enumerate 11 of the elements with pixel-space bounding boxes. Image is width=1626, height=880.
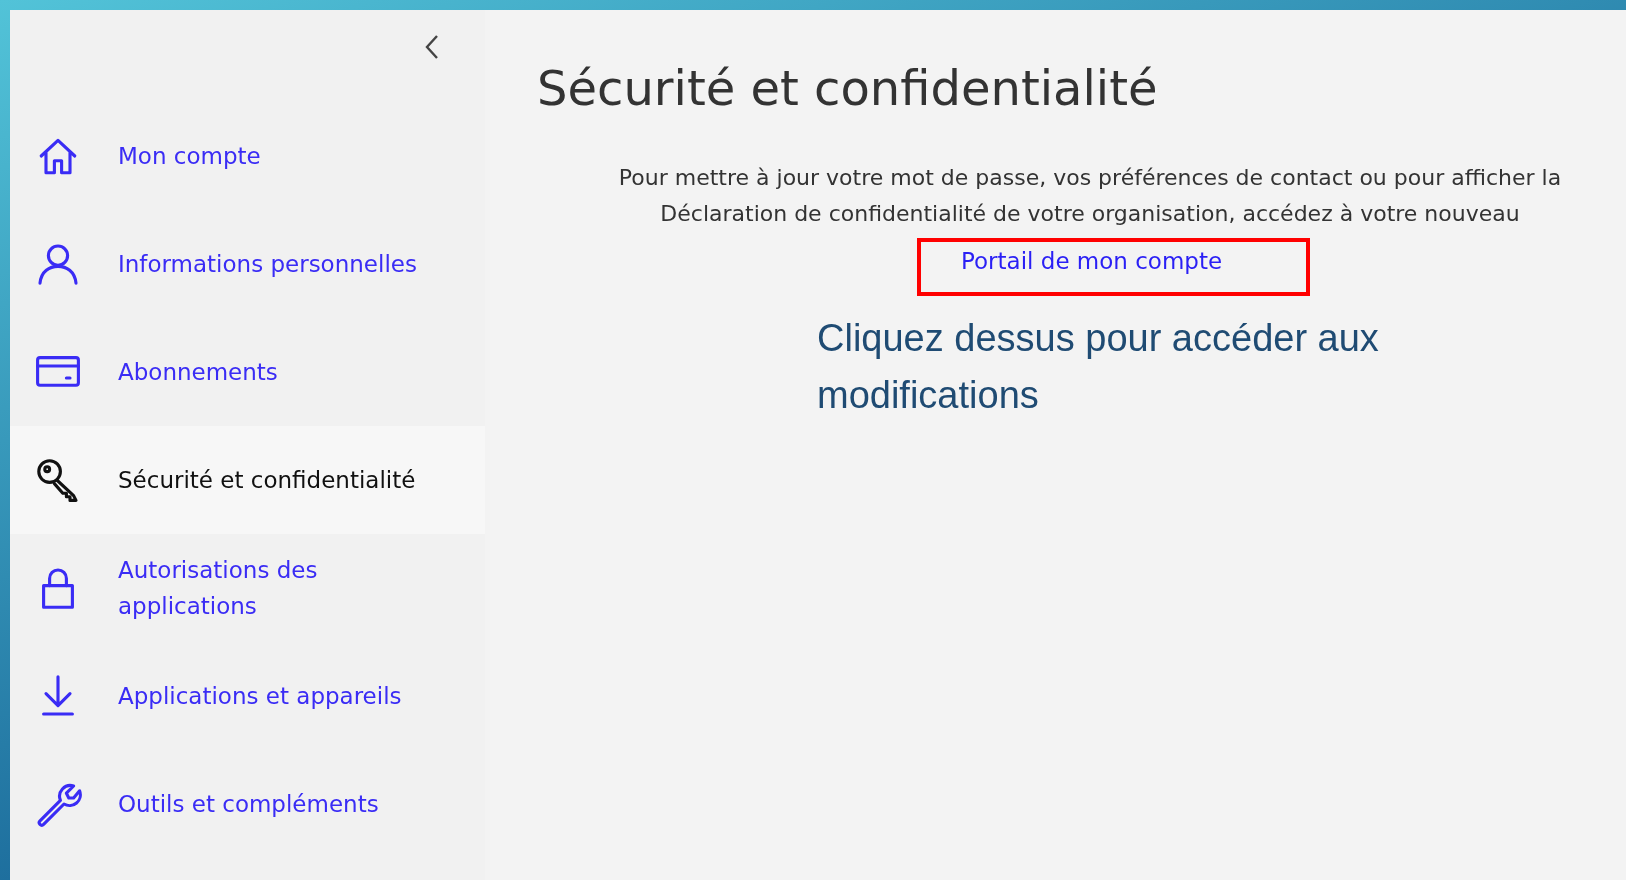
sidebar-item[interactable]: Outils et compléments [10,750,485,858]
sidebar-item[interactable]: Informations personnelles [10,210,485,318]
sidebar-item[interactable]: Sécurité et confidentialité [10,426,485,534]
sidebar-item[interactable]: Abonnements [10,318,485,426]
sidebar-item[interactable]: Autorisations des applications [10,534,485,642]
description: Pour mettre à jour votre mot de passe, vos préférences de contact ou pour afficher la Déclaration de confidentialité de votre organisation, accédez à votre nouveau [617,164,1563,228]
page-title: Sécurité et confidentialité [537,60,1159,116]
annotation: Cliquez dessus pour accéder aux modifications [817,316,1380,418]
sidebar-item[interactable]: Mon compte [10,102,485,210]
sidebar-item[interactable]: Applications et appareils [10,642,485,750]
account-portal-link[interactable]: Portail de mon compte [961,248,1223,274]
